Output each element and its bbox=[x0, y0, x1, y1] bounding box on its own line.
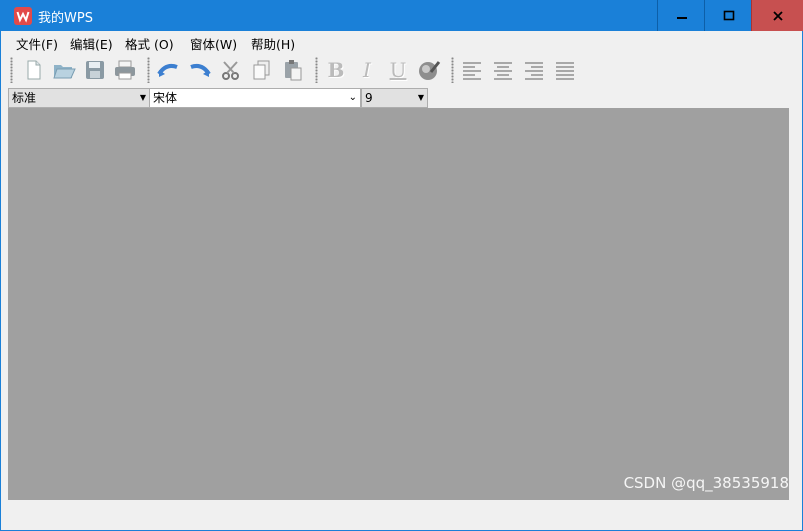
color-icon bbox=[419, 61, 441, 80]
style-value: 标准 bbox=[12, 91, 37, 105]
maximize-button[interactable] bbox=[704, 0, 752, 31]
window-title: 我的WPS bbox=[38, 11, 93, 26]
align-left-icon bbox=[463, 62, 481, 80]
mdi-workspace[interactable] bbox=[8, 108, 789, 500]
status-bar bbox=[1, 501, 802, 530]
redo-icon bbox=[190, 63, 211, 77]
save-button[interactable] bbox=[82, 57, 108, 83]
font-combo[interactable]: 宋体 ⌄ bbox=[149, 88, 361, 108]
toolbar: B I U bbox=[1, 53, 802, 87]
maximize-icon bbox=[723, 10, 734, 20]
italic-icon: I bbox=[363, 58, 371, 82]
print-icon bbox=[115, 60, 135, 80]
justify-icon bbox=[556, 62, 574, 80]
justify-button[interactable] bbox=[552, 57, 578, 83]
new-icon bbox=[27, 60, 41, 80]
italic-button[interactable]: I bbox=[354, 57, 380, 83]
undo-button[interactable] bbox=[155, 57, 181, 83]
app-window: 我的WPS 文件(F) 编辑(E) 格式 (O) 窗体(W) 帮助(H) B I… bbox=[0, 0, 803, 531]
undo-icon bbox=[157, 63, 178, 77]
copy-button[interactable] bbox=[249, 57, 275, 83]
align-right-button[interactable] bbox=[521, 57, 547, 83]
menu-bar: 文件(F) 编辑(E) 格式 (O) 窗体(W) 帮助(H) bbox=[1, 31, 802, 53]
dropdown-arrow-icon[interactable]: ▼ bbox=[418, 89, 424, 107]
redo-button[interactable] bbox=[187, 57, 213, 83]
size-combo[interactable]: 9 ▼ bbox=[361, 88, 428, 108]
align-center-icon bbox=[494, 62, 512, 80]
font-value: 宋体 bbox=[153, 91, 178, 105]
size-value: 9 bbox=[365, 91, 373, 105]
cut-button[interactable] bbox=[218, 57, 244, 83]
align-center-button[interactable] bbox=[490, 57, 516, 83]
menu-file[interactable]: 文件(F) bbox=[16, 34, 58, 53]
wps-logo-icon bbox=[14, 7, 32, 25]
watermark-text: CSDN @qq_38535918 bbox=[623, 474, 789, 492]
toolbar-grip[interactable] bbox=[451, 57, 454, 83]
toolbar-grip[interactable] bbox=[147, 57, 150, 83]
paste-icon bbox=[285, 60, 302, 81]
new-button[interactable] bbox=[21, 57, 47, 83]
bold-icon: B bbox=[327, 58, 345, 82]
align-left-button[interactable] bbox=[459, 57, 485, 83]
toolbar-grip[interactable] bbox=[10, 57, 13, 83]
dropdown-arrow-icon[interactable]: ▼ bbox=[140, 89, 146, 107]
menu-help[interactable]: 帮助(H) bbox=[251, 34, 295, 53]
underline-button[interactable]: U bbox=[385, 57, 411, 83]
menu-edit[interactable]: 编辑(E) bbox=[70, 34, 113, 53]
close-icon bbox=[772, 10, 783, 21]
print-button[interactable] bbox=[112, 57, 138, 83]
bold-button[interactable]: B bbox=[323, 57, 349, 83]
client-area: 文件(F) 编辑(E) 格式 (O) 窗体(W) 帮助(H) B I U 标准 … bbox=[1, 31, 802, 530]
menu-format[interactable]: 格式 (O) bbox=[125, 34, 174, 53]
close-button[interactable] bbox=[751, 0, 803, 31]
open-button[interactable] bbox=[51, 57, 77, 83]
minimize-button[interactable] bbox=[657, 0, 705, 31]
paste-button[interactable] bbox=[280, 57, 306, 83]
title-bar[interactable]: 我的WPS bbox=[0, 0, 803, 31]
underline-icon: U bbox=[389, 58, 407, 82]
style-combo[interactable]: 标准 ▼ bbox=[8, 88, 150, 108]
color-button[interactable] bbox=[416, 57, 442, 83]
open-icon bbox=[53, 65, 76, 79]
chevron-down-icon[interactable]: ⌄ bbox=[349, 89, 357, 107]
toolbar-grip[interactable] bbox=[315, 57, 318, 83]
copy-icon bbox=[253, 60, 270, 80]
minimize-icon bbox=[676, 16, 687, 19]
cut-icon bbox=[222, 61, 239, 80]
menu-window[interactable]: 窗体(W) bbox=[190, 34, 237, 53]
align-right-icon bbox=[525, 62, 543, 80]
save-icon bbox=[86, 61, 104, 79]
